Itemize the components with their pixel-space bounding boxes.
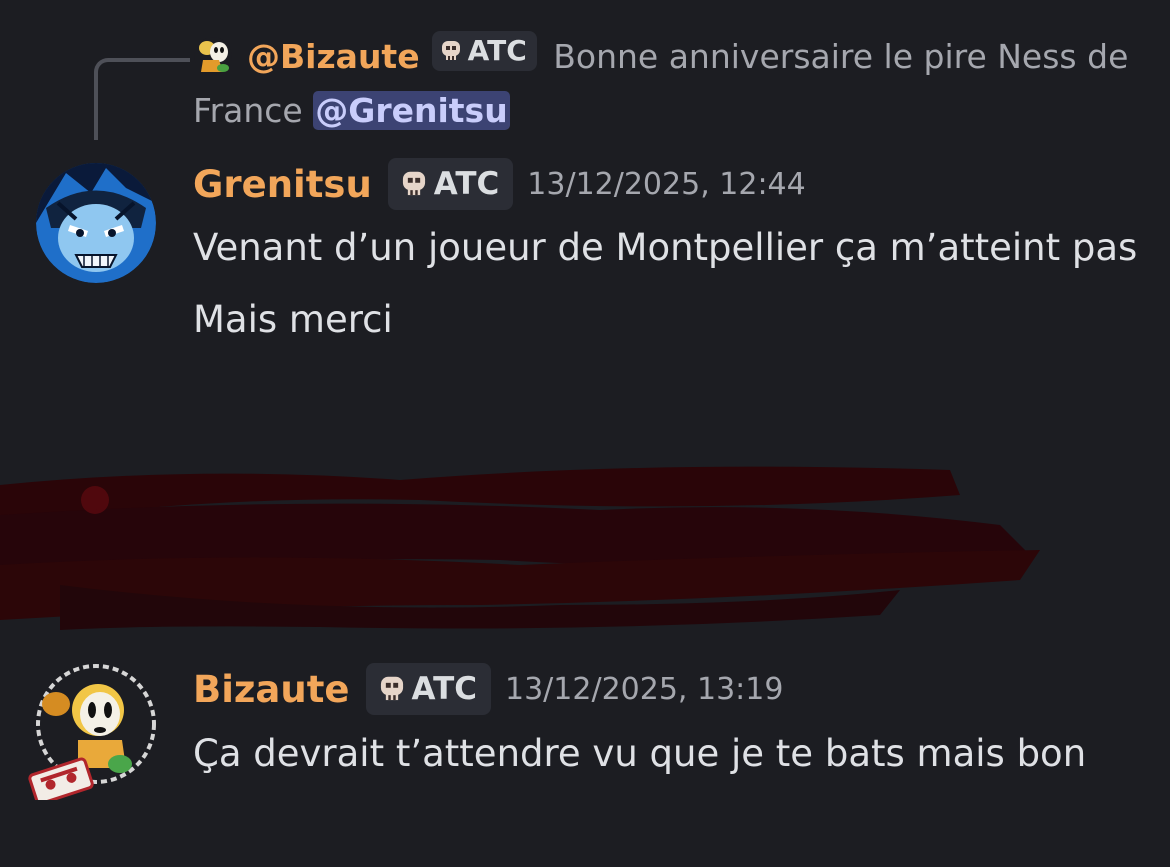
message-author[interactable]: Grenitsu	[193, 163, 372, 206]
reply-connector-line	[94, 58, 190, 140]
message-line: Mais merci	[193, 298, 393, 341]
reply-tag-label: ATC	[467, 34, 527, 67]
reply-mention[interactable]: @Grenitsu	[313, 91, 510, 130]
skull-icon	[402, 171, 425, 196]
reply-preview[interactable]: @Bizaute ATC Bonne anniversaire le pire N…	[193, 30, 1153, 138]
message-timestamp[interactable]: 13/12/2025, 12:44	[527, 167, 805, 202]
redaction-scribble	[0, 466, 1040, 630]
avatar[interactable]	[36, 163, 156, 283]
skull-icon	[380, 676, 403, 701]
reply-avatar-icon[interactable]	[193, 36, 233, 76]
guild-tag-label: ATC	[433, 166, 500, 202]
skull-icon	[441, 41, 460, 60]
message-content: Ça devrait t’attendre vu que je te bats …	[193, 722, 1153, 786]
message-author[interactable]: Bizaute	[193, 668, 350, 711]
guild-tag[interactable]: ATC	[387, 158, 514, 210]
guild-tag[interactable]: ATC	[365, 663, 491, 715]
reply-author[interactable]: @Bizaute	[247, 37, 420, 76]
message-line: Ça devrait t’attendre vu que je te bats …	[193, 732, 1087, 775]
reply-guild-tag[interactable]: ATC	[431, 31, 537, 71]
guild-tag-label: ATC	[411, 671, 477, 707]
message-line: Venant d’un joueur de Montpellier ça m’a…	[193, 226, 1138, 269]
avatar[interactable]	[28, 660, 160, 800]
message-header: Grenitsu ATC 13/12/2025, 12:44	[193, 158, 806, 210]
message-content: Venant d’un joueur de Montpellier ça m’a…	[193, 216, 1153, 352]
message-header: Bizaute ATC 13/12/2025, 13:19	[193, 663, 783, 715]
chat-view: @Bizaute ATC Bonne anniversaire le pire N…	[0, 0, 1170, 867]
message-timestamp[interactable]: 13/12/2025, 13:19	[505, 672, 783, 707]
